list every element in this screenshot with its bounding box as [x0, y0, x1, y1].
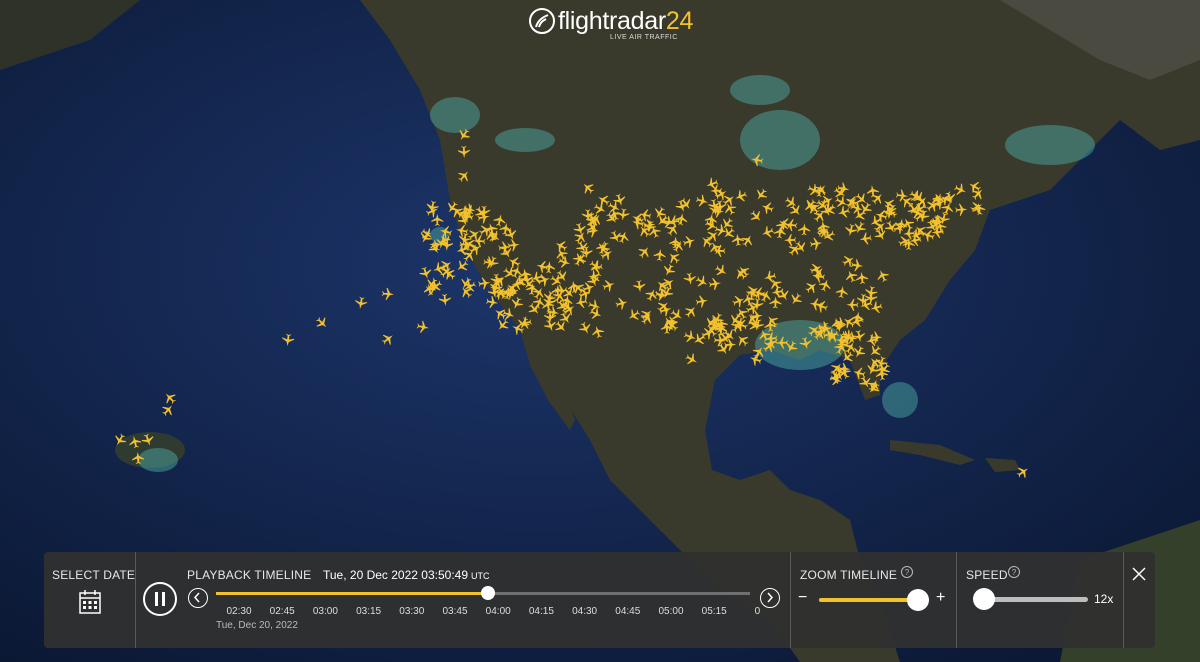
playback-panel: SELECT DATE PLAYBACK TIMELINE Tue, 20 De…: [44, 552, 1155, 648]
timeline-back-button[interactable]: [188, 588, 208, 608]
zoom-help-icon[interactable]: ?: [901, 566, 913, 578]
select-date-label: SELECT DATE: [52, 568, 136, 582]
divider: [790, 552, 791, 648]
timeline-tick: 04:00: [485, 606, 511, 617]
speed-help-icon[interactable]: ?: [1008, 566, 1020, 578]
radar-logo-icon: [529, 8, 555, 34]
divider: [1123, 552, 1124, 648]
timeline-tick: 05:00: [658, 606, 684, 617]
pause-icon: [155, 592, 158, 606]
current-datetime: Tue, 20 Dec 2022 03:50:49 UTC: [323, 568, 490, 582]
timeline-progress: [216, 592, 489, 595]
timeline-tick: 03:30: [399, 606, 425, 617]
zoom-out-button[interactable]: −: [798, 589, 807, 607]
timeline-tick: 05:15: [701, 606, 727, 617]
timeline-tick: 03:00: [312, 606, 338, 617]
zoom-timeline-label: ZOOM TIMELINE: [800, 568, 898, 582]
zoom-handle[interactable]: [907, 589, 929, 611]
playback-timeline-label: PLAYBACK TIMELINE: [187, 568, 312, 582]
brand-tagline: LIVE AIR TRAFFIC: [610, 34, 678, 41]
zoom-level: [819, 598, 918, 602]
pause-button[interactable]: [143, 582, 177, 616]
calendar-icon: [79, 590, 101, 614]
brand-logo: flightradar24 LIVE AIR TRAFFIC: [528, 4, 693, 44]
speed-handle[interactable]: [973, 588, 995, 610]
timeline-forward-button[interactable]: [760, 588, 780, 608]
chevron-left-icon: [193, 592, 200, 603]
close-icon[interactable]: [1131, 566, 1147, 582]
playback-timeline-slider[interactable]: [216, 586, 750, 600]
zoom-in-button[interactable]: +: [936, 589, 945, 607]
timeline-tick: 04:30: [572, 606, 598, 617]
divider: [956, 552, 957, 648]
select-date-button[interactable]: SELECT DATE: [44, 552, 135, 648]
timeline-tick: 02:30: [226, 606, 252, 617]
divider: [135, 552, 136, 648]
timeline-date: Tue, Dec 20, 2022: [216, 620, 298, 631]
brand-name: flightradar24: [558, 7, 694, 35]
timeline-tick: 03:15: [356, 606, 382, 617]
timeline-handle[interactable]: [481, 586, 496, 600]
timeline-tick: 0: [754, 606, 761, 617]
speed-label: SPEED: [966, 568, 1008, 582]
zoom-timeline-slider[interactable]: [819, 589, 929, 611]
chevron-right-icon: [767, 592, 774, 603]
timeline-tick: 04:45: [615, 606, 641, 617]
timeline-tick: 04:15: [528, 606, 554, 617]
speed-value: 12x: [1094, 592, 1114, 606]
timeline-tick: 02:45: [269, 606, 295, 617]
speed-slider[interactable]: [973, 588, 1088, 610]
timeline-tick: 03:45: [442, 606, 468, 617]
